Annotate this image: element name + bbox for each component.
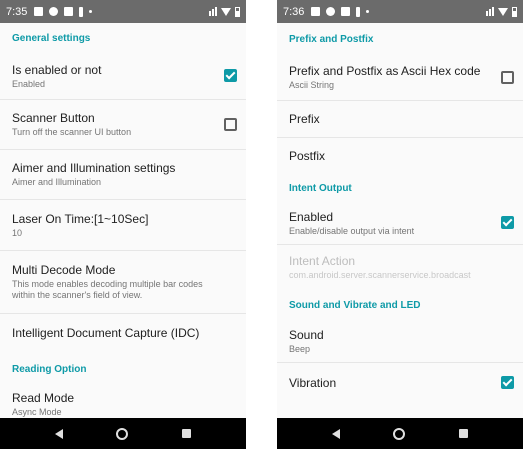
setting-summary: Ascii String <box>289 80 335 90</box>
notification-icon <box>64 7 74 16</box>
setting-title: Read Mode <box>12 390 75 405</box>
status-time: 7:35 <box>6 5 28 18</box>
vibrate-icon <box>209 7 217 16</box>
setting-summary: Enabled <box>12 78 46 89</box>
setting-title: Intelligent Document Capture (IDC) <box>12 325 200 340</box>
settings-notification-icon <box>49 7 59 16</box>
battery-icon <box>512 6 517 17</box>
setting-summary: Enable/disable output via intent <box>289 225 415 236</box>
setting-summary: Beep <box>289 343 311 354</box>
status-time: 7:36 <box>283 5 305 18</box>
recent-apps-icon[interactable] <box>182 429 192 438</box>
setting-multi-decode-mode[interactable]: Multi Decode Mode This mode enables deco… <box>0 251 246 314</box>
setting-postfix[interactable]: Postfix <box>277 138 523 174</box>
navigation-bar <box>0 418 246 449</box>
phone-screen-right: 7:36 Prefix and Postfix Prefix and Postf… <box>277 0 523 449</box>
phone-screen-left: 7:35 General settings Is enabled or not … <box>0 0 246 449</box>
wifi-icon <box>221 7 231 16</box>
setting-summary: com.android.server.scannerservice.broadc… <box>289 270 471 280</box>
back-icon[interactable] <box>331 428 340 439</box>
setting-is-enabled[interactable]: Is enabled or not Enabled <box>0 53 246 100</box>
notification-icon <box>341 7 351 16</box>
settings-list: Prefix and Postfix Prefix and Postfix as… <box>277 23 523 403</box>
setting-title: Sound <box>289 327 324 342</box>
notification-icon <box>34 7 44 16</box>
notification-icon <box>79 6 84 17</box>
notification-icon <box>356 6 361 17</box>
setting-title: Vibration <box>289 375 337 390</box>
setting-title: Enabled <box>289 209 334 224</box>
setting-summary: 10 <box>12 227 23 238</box>
setting-sound[interactable]: Sound Beep <box>277 320 523 363</box>
status-bar: 7:35 <box>0 0 246 23</box>
setting-intent-enabled[interactable]: Enabled Enable/disable output via intent <box>277 202 523 245</box>
setting-read-mode[interactable]: Read Mode Async Mode <box>0 386 246 422</box>
section-header-intent-output: Intent Output <box>289 182 352 194</box>
setting-summary: This mode enables decoding multiple bar … <box>12 279 203 300</box>
setting-title: Laser On Time:[1~10Sec] <box>12 211 149 226</box>
setting-title: Multi Decode Mode <box>12 263 116 277</box>
status-bar: 7:36 <box>277 0 523 23</box>
home-icon[interactable] <box>116 427 129 440</box>
setting-title: Prefix and Postfix as Ascii Hex code <box>289 64 481 78</box>
setting-summary: Aimer and Illumination <box>12 177 102 187</box>
setting-aimer-illumination[interactable]: Aimer and Illumination settings Aimer an… <box>0 150 246 200</box>
checkbox-checked[interactable] <box>224 69 237 82</box>
more-notifications-icon <box>366 10 370 13</box>
setting-scanner-button[interactable]: Scanner Button Turn off the scanner UI b… <box>0 100 246 150</box>
setting-intent-action: Intent Action com.android.server.scanner… <box>277 245 523 290</box>
vibrate-icon <box>486 7 494 16</box>
setting-title: Intent Action <box>289 254 356 268</box>
setting-idc[interactable]: Intelligent Document Capture (IDC) <box>0 314 246 352</box>
setting-title: Aimer and Illumination settings <box>12 161 176 175</box>
section-header-reading-option: Reading Option <box>12 363 87 375</box>
wifi-icon <box>498 7 508 16</box>
setting-title: Is enabled or not <box>12 62 102 77</box>
more-notifications-icon <box>89 10 93 13</box>
recent-apps-icon[interactable] <box>459 429 469 438</box>
home-icon[interactable] <box>393 427 406 440</box>
checkbox-checked[interactable] <box>501 376 514 389</box>
setting-laser-on-time[interactable]: Laser On Time:[1~10Sec] 10 <box>0 200 246 251</box>
setting-title: Postfix <box>289 148 326 163</box>
section-header-prefix-postfix: Prefix and Postfix <box>289 33 374 45</box>
battery-icon <box>235 6 240 17</box>
setting-summary: Async Mode <box>12 406 62 417</box>
setting-prefix[interactable]: Prefix <box>277 101 523 138</box>
settings-list: General settings Is enabled or not Enabl… <box>0 23 246 422</box>
setting-ascii-hex[interactable]: Prefix and Postfix as Ascii Hex code Asc… <box>277 55 523 101</box>
notification-icon <box>311 7 321 16</box>
setting-title: Prefix <box>289 111 320 126</box>
setting-vibration[interactable]: Vibration <box>277 363 523 403</box>
checkbox-checked[interactable] <box>501 216 514 229</box>
checkbox-unchecked[interactable] <box>501 70 514 84</box>
settings-notification-icon <box>326 7 336 16</box>
navigation-bar <box>277 418 523 449</box>
section-header-sound-vibrate-led: Sound and Vibrate and LED <box>289 299 421 311</box>
setting-title: Scanner Button <box>12 111 95 125</box>
setting-summary: Turn off the scanner UI button <box>12 127 132 137</box>
back-icon[interactable] <box>54 428 63 439</box>
checkbox-unchecked[interactable] <box>224 117 237 131</box>
section-header-general-settings: General settings <box>12 32 91 44</box>
